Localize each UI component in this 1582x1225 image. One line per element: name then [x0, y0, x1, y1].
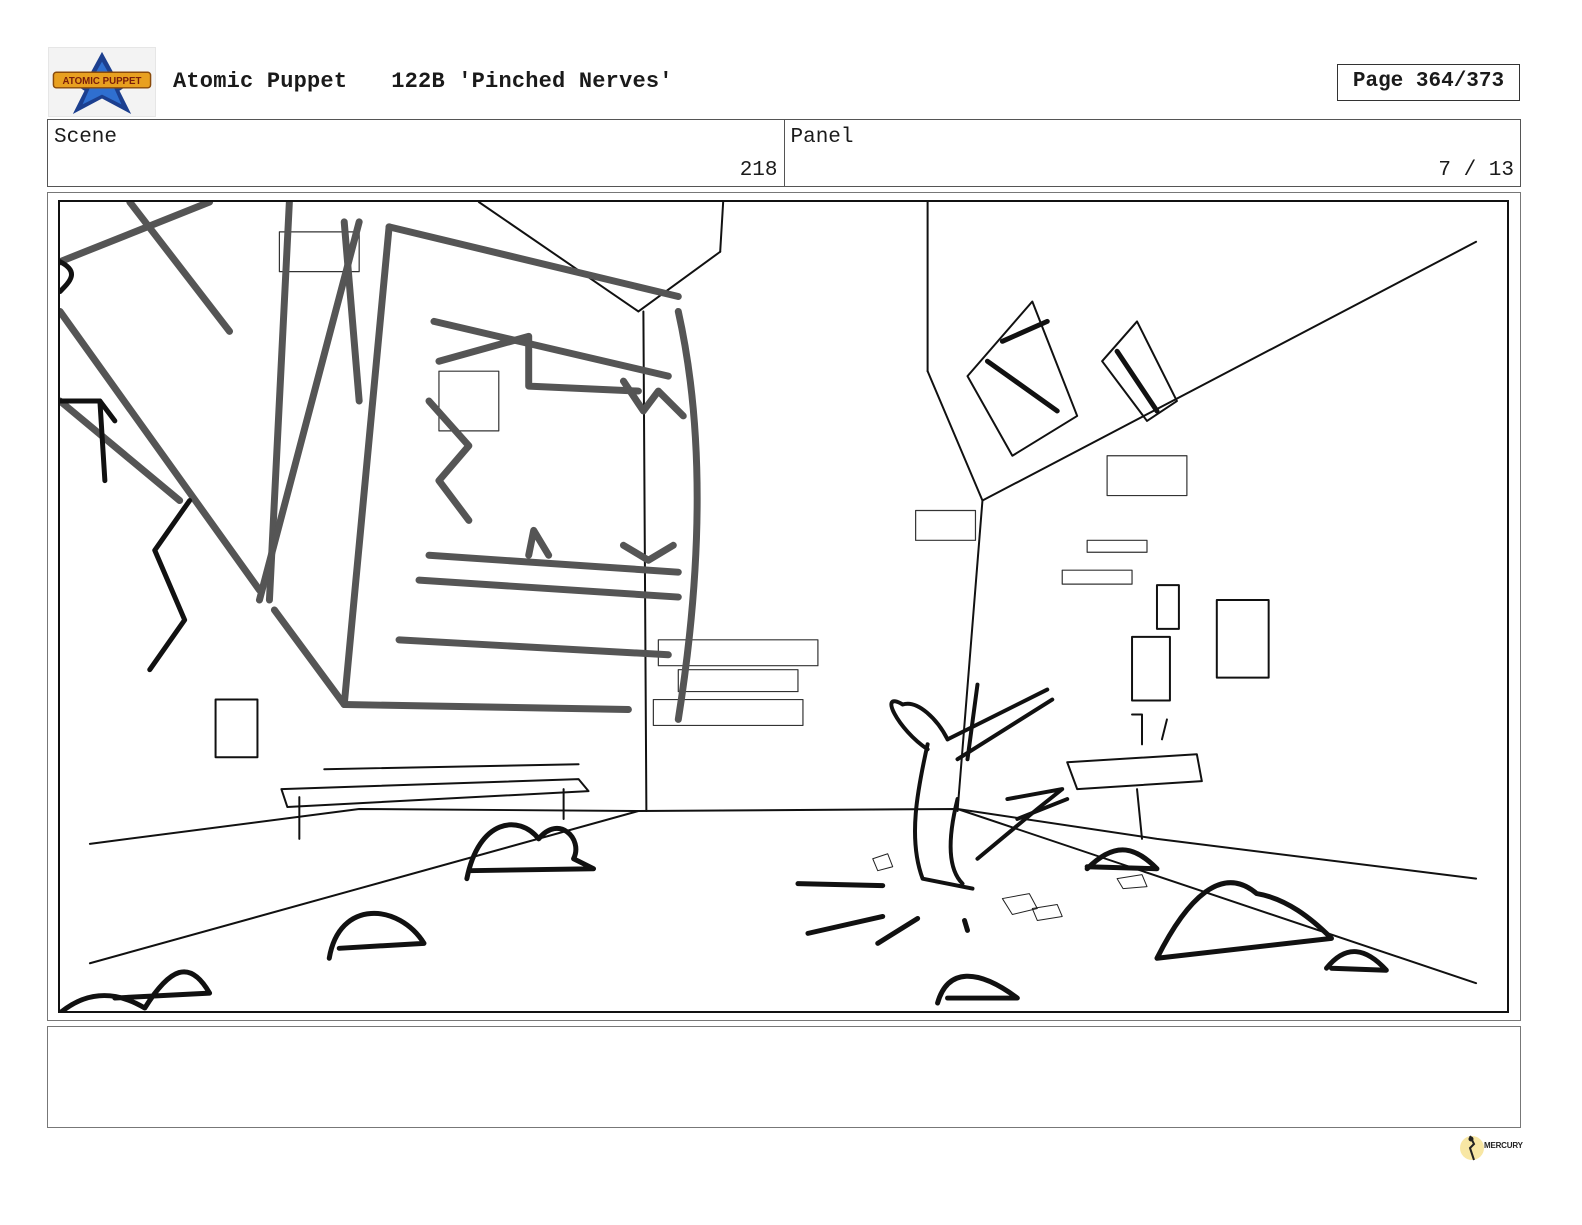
episode-title: 122B 'Pinched Nerves' — [391, 69, 673, 94]
scene-cell: Scene 218 — [48, 120, 784, 186]
show-title: Atomic Puppet — [173, 69, 348, 94]
show-logo: ATOMIC PUPPET — [48, 47, 156, 117]
panel-number: 7 / 13 — [1438, 159, 1514, 182]
scene-label: Scene — [54, 126, 118, 149]
svg-text:ATOMIC PUPPET: ATOMIC PUPPET — [63, 76, 142, 87]
scene-panel-info: Scene 218 Panel 7 / 13 — [47, 119, 1521, 187]
panel-label: Panel — [790, 126, 854, 149]
panel-cell: Panel 7 / 13 — [783, 120, 1521, 186]
page-indicator: Page 364/373 — [1337, 64, 1520, 101]
storyboard-sketch — [58, 200, 1509, 1013]
panel-notes — [47, 1026, 1521, 1128]
studio-logo-text: MERCURY — [1484, 1141, 1523, 1150]
scene-number: 218 — [739, 159, 778, 182]
storyboard-title: Atomic Puppet 122B 'Pinched Nerves' — [173, 69, 673, 94]
studio-logo: MERCURY — [1458, 1130, 1523, 1166]
show-logo-graphic: ATOMIC PUPPET — [52, 51, 152, 115]
